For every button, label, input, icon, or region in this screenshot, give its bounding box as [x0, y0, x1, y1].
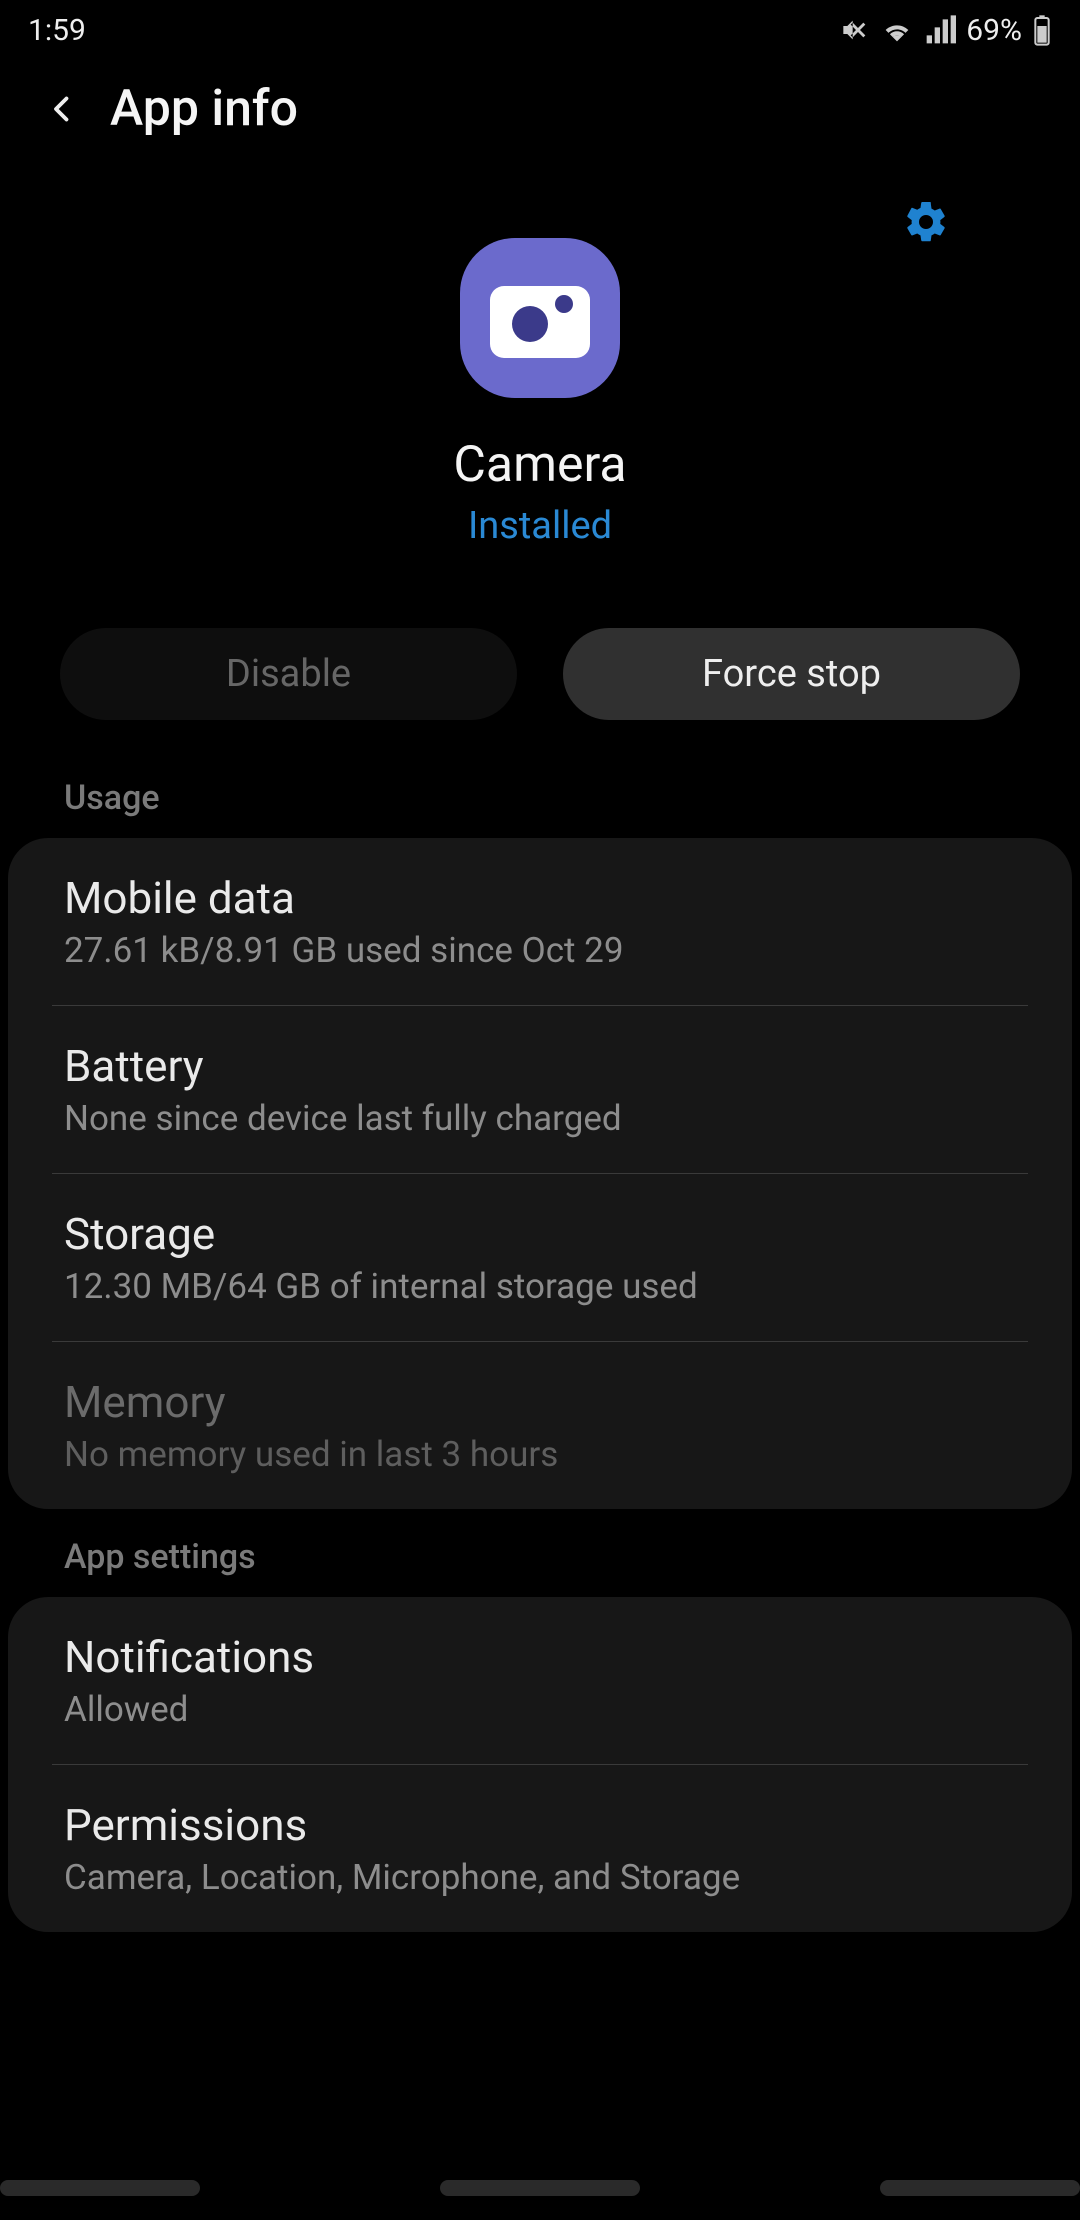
- disable-label: Disable: [226, 652, 351, 696]
- battery-percent: 69%: [966, 13, 1022, 48]
- row-sub: None since device last fully charged: [64, 1098, 1016, 1139]
- nav-recent[interactable]: [0, 2180, 200, 2196]
- row-sub: 12.30 MB/64 GB of internal storage used: [64, 1266, 1016, 1307]
- chevron-left-icon: [44, 91, 80, 127]
- nav-home[interactable]: [440, 2180, 640, 2196]
- status-time: 1:59: [28, 13, 86, 48]
- row-mobile-data[interactable]: Mobile data 27.61 kB/8.91 GB used since …: [8, 838, 1072, 1005]
- mute-icon: [838, 14, 870, 46]
- usage-card: Mobile data 27.61 kB/8.91 GB used since …: [8, 838, 1072, 1509]
- section-label-app-settings: App settings: [0, 1509, 1080, 1597]
- row-title: Mobile data: [64, 872, 1016, 924]
- row-sub: No memory used in last 3 hours: [64, 1434, 1016, 1475]
- row-storage[interactable]: Storage 12.30 MB/64 GB of internal stora…: [8, 1174, 1072, 1341]
- row-title: Notifications: [64, 1631, 1016, 1683]
- app-icon: [460, 238, 620, 398]
- app-status: Installed: [468, 504, 612, 548]
- row-memory: Memory No memory used in last 3 hours: [8, 1342, 1072, 1509]
- nav-back[interactable]: [880, 2180, 1080, 2196]
- force-stop-label: Force stop: [702, 652, 881, 696]
- gear-icon: [902, 198, 950, 246]
- wifi-icon: [880, 13, 914, 47]
- force-stop-button[interactable]: Force stop: [563, 628, 1020, 720]
- back-button[interactable]: [40, 87, 84, 131]
- camera-icon: [490, 278, 590, 358]
- signal-icon: [924, 14, 956, 46]
- status-bar: 1:59 69%: [0, 0, 1080, 60]
- battery-icon: [1032, 14, 1052, 46]
- row-permissions[interactable]: Permissions Camera, Location, Microphone…: [8, 1765, 1072, 1932]
- row-title: Battery: [64, 1040, 1016, 1092]
- row-notifications[interactable]: Notifications Allowed: [8, 1597, 1072, 1764]
- header: App info: [0, 60, 1080, 178]
- row-sub: Allowed: [64, 1689, 1016, 1730]
- page-title: App info: [110, 80, 298, 138]
- nav-bar: [0, 2180, 1080, 2220]
- section-label-usage: Usage: [0, 750, 1080, 838]
- action-row: Disable Force stop: [0, 588, 1080, 750]
- settings-gear-button[interactable]: [902, 198, 950, 250]
- app-hero: Camera Installed: [0, 178, 1080, 588]
- row-title: Memory: [64, 1376, 1016, 1428]
- app-settings-card: Notifications Allowed Permissions Camera…: [8, 1597, 1072, 1932]
- status-right: 69%: [838, 13, 1052, 48]
- row-battery[interactable]: Battery None since device last fully cha…: [8, 1006, 1072, 1173]
- app-name: Camera: [453, 436, 626, 494]
- row-sub: Camera, Location, Microphone, and Storag…: [64, 1857, 1016, 1898]
- disable-button[interactable]: Disable: [60, 628, 517, 720]
- row-sub: 27.61 kB/8.91 GB used since Oct 29: [64, 930, 1016, 971]
- row-title: Storage: [64, 1208, 1016, 1260]
- row-title: Permissions: [64, 1799, 1016, 1851]
